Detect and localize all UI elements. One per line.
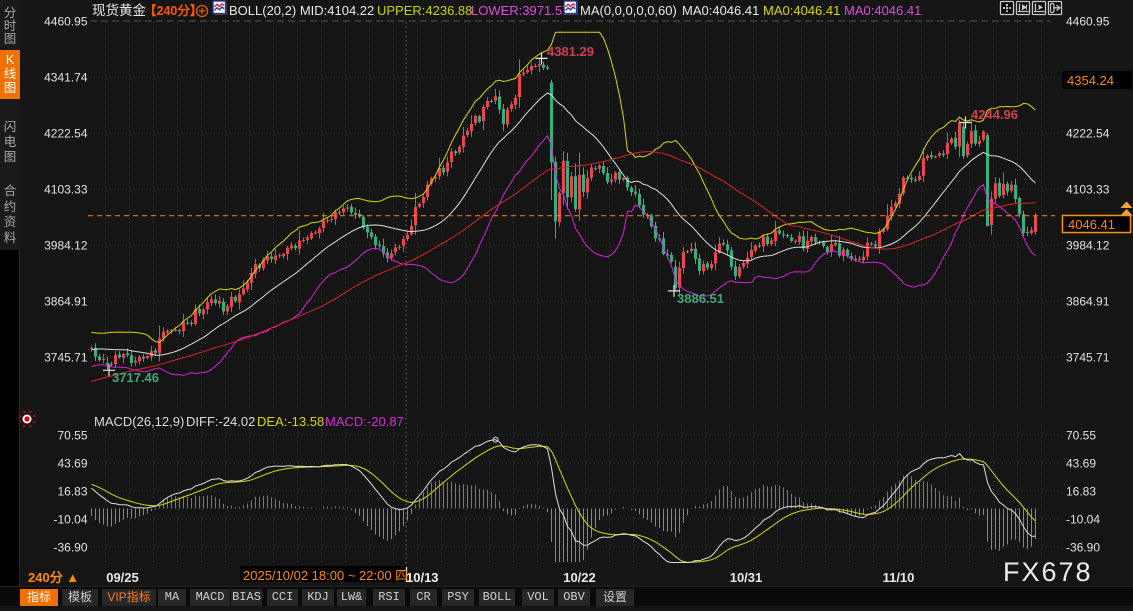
svg-text:2025/10/02 18:00 ~ 22:00 四: 2025/10/02 18:00 ~ 22:00 四 <box>243 568 408 583</box>
svg-text:MA0:4046.41: MA0:4046.41 <box>763 3 840 18</box>
svg-text:16.83: 16.83 <box>1066 485 1096 499</box>
svg-text:3864.91: 3864.91 <box>44 295 88 309</box>
svg-text:70.55: 70.55 <box>1066 429 1096 443</box>
svg-text:10/22: 10/22 <box>563 570 596 585</box>
svg-text:11/10: 11/10 <box>883 570 915 585</box>
svg-text:16.83: 16.83 <box>57 485 87 499</box>
svg-text:4244.96: 4244.96 <box>971 107 1018 122</box>
svg-text:4460.95: 4460.95 <box>44 15 88 29</box>
svg-text:3864.91: 3864.91 <box>1066 295 1110 309</box>
svg-text:【240分】: 【240分】 <box>144 3 202 18</box>
svg-text:4103.33: 4103.33 <box>1066 183 1110 197</box>
svg-text:DEA:-13.58: DEA:-13.58 <box>257 414 324 429</box>
svg-text:10/31: 10/31 <box>730 570 763 585</box>
svg-text:DIFF:-24.02: DIFF:-24.02 <box>186 414 255 429</box>
svg-text:4460.95: 4460.95 <box>1066 15 1110 29</box>
svg-text:BOLL(20,2) MID:4104.22: BOLL(20,2) MID:4104.22 <box>229 3 374 18</box>
svg-text:-10.04: -10.04 <box>1066 513 1100 527</box>
svg-text:3717.46: 3717.46 <box>112 370 159 385</box>
svg-text:MA0:4046.41: MA0:4046.41 <box>682 3 759 18</box>
svg-text:-36.90: -36.90 <box>1066 541 1100 555</box>
svg-text:3984.12: 3984.12 <box>1066 239 1110 253</box>
svg-text:LOWER:3971.57: LOWER:3971.57 <box>471 3 569 18</box>
svg-text:3984.12: 3984.12 <box>44 239 88 253</box>
svg-text:4103.33: 4103.33 <box>44 183 88 197</box>
svg-text:MA0:4046.41: MA0:4046.41 <box>844 3 921 18</box>
svg-text:4354.24: 4354.24 <box>1067 73 1114 88</box>
svg-text:4381.29: 4381.29 <box>547 44 594 59</box>
svg-text:3886.51: 3886.51 <box>677 291 724 306</box>
svg-text:240分 ▲: 240分 ▲ <box>28 570 79 585</box>
svg-text:09/25: 09/25 <box>106 570 139 585</box>
svg-text:MACD:-20.87: MACD:-20.87 <box>325 414 404 429</box>
svg-text:4222.54: 4222.54 <box>44 127 88 141</box>
svg-text:10/13: 10/13 <box>406 570 439 585</box>
svg-text:MACD(26,12,9): MACD(26,12,9) <box>94 414 184 429</box>
svg-text:FX678: FX678 <box>1003 557 1093 587</box>
svg-text:70.55: 70.55 <box>57 429 87 443</box>
svg-text:-36.90: -36.90 <box>53 541 87 555</box>
svg-text:43.69: 43.69 <box>57 457 87 471</box>
svg-text:43.69: 43.69 <box>1066 457 1096 471</box>
svg-text:-10.04: -10.04 <box>53 513 87 527</box>
svg-text:4222.54: 4222.54 <box>1066 127 1110 141</box>
svg-text:3745.71: 3745.71 <box>44 351 88 365</box>
svg-text:现货黄金: 现货黄金 <box>92 2 146 18</box>
svg-text:MA(0,0,0,0,0,60): MA(0,0,0,0,0,60) <box>580 3 677 18</box>
svg-text:UPPER:4236.88: UPPER:4236.88 <box>377 3 472 18</box>
svg-text:3745.71: 3745.71 <box>1066 351 1110 365</box>
svg-text:4046.41: 4046.41 <box>1068 217 1115 232</box>
svg-text:4341.74: 4341.74 <box>44 71 88 85</box>
